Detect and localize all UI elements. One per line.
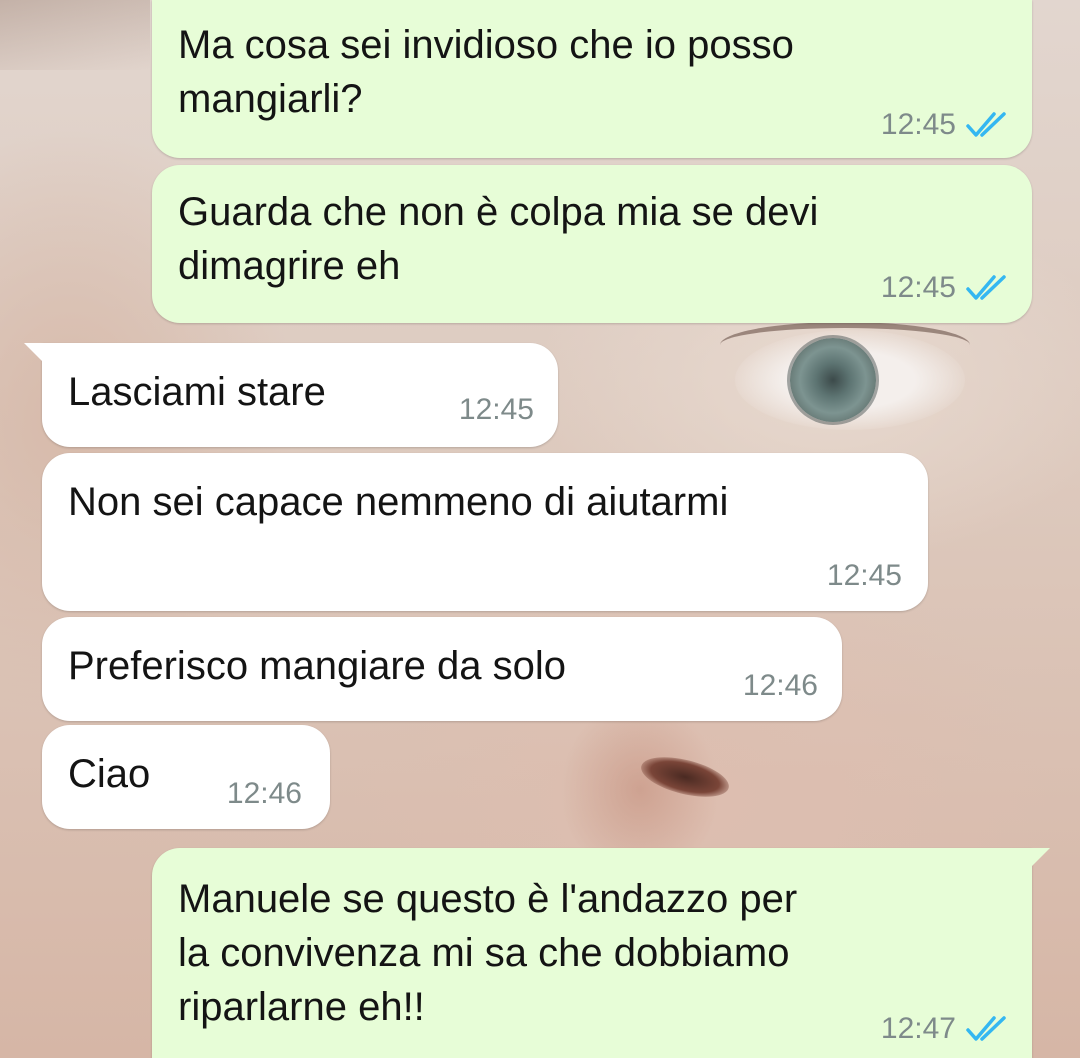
- message-meta: 12:45: [459, 395, 534, 425]
- message-bubble-incoming[interactable]: Non sei capace nemmeno di aiutarmi 12:45: [42, 453, 928, 611]
- wallpaper-iris: [790, 338, 876, 422]
- message-text: Ciao: [68, 752, 151, 796]
- message-meta: 12:47: [881, 1014, 1010, 1044]
- message-text: Lasciami stare: [68, 370, 326, 414]
- message-text: Guarda che non è colpa mia se devi dimag…: [178, 190, 819, 288]
- message-text: Preferisco mangiare da solo: [68, 644, 567, 688]
- message-meta: 12:45: [827, 561, 902, 591]
- message-text: Non sei capace nemmeno di aiutarmi: [68, 480, 729, 524]
- message-time: 12:46: [226, 777, 302, 810]
- message-time: 12:45: [880, 271, 956, 304]
- message-bubble-outgoing[interactable]: Guarda che non è colpa mia se devi dimag…: [152, 165, 1032, 323]
- wallpaper-hair: [0, 0, 150, 70]
- message-bubble-incoming[interactable]: Lasciami stare 12:45: [24, 343, 558, 447]
- double-check-read-icon: [966, 112, 1006, 137]
- message-time: 12:45: [826, 559, 902, 592]
- bubble-tail: [1028, 848, 1050, 870]
- bubble-tail: [24, 343, 46, 365]
- message-time: 12:45: [880, 108, 956, 141]
- message-time: 12:45: [458, 393, 534, 426]
- message-bubble-outgoing[interactable]: Manuele se questo è l'andazzo per la con…: [152, 848, 1050, 1058]
- double-check-read-icon: [966, 275, 1006, 300]
- message-time: 12:47: [880, 1012, 956, 1045]
- message-bubble-incoming[interactable]: Preferisco mangiare da solo 12:46: [42, 617, 842, 721]
- message-bubble-incoming[interactable]: Ciao 12:46: [42, 725, 330, 829]
- message-meta: 12:45: [881, 110, 1010, 140]
- message-text: Manuele se questo è l'andazzo per la con…: [178, 877, 798, 1029]
- double-check-read-icon: [966, 1016, 1006, 1041]
- message-time: 12:46: [742, 669, 818, 702]
- message-bubble-outgoing[interactable]: Ma cosa sei invidioso che io posso mangi…: [152, 0, 1032, 158]
- message-text: Ma cosa sei invidioso che io posso mangi…: [178, 23, 794, 121]
- message-meta: 12:46: [743, 671, 818, 701]
- message-meta: 12:46: [227, 779, 302, 809]
- message-meta: 12:45: [881, 273, 1010, 303]
